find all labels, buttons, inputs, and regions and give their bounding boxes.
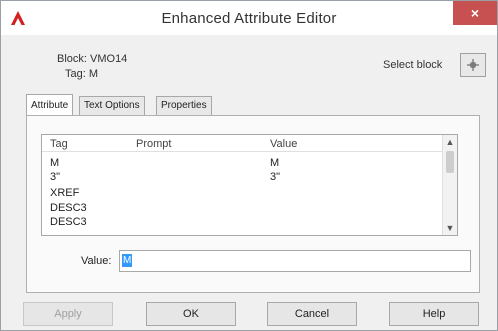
row-tag: DESC3 <box>50 216 87 228</box>
column-header-prompt[interactable]: Prompt <box>136 138 171 150</box>
select-block-button[interactable] <box>460 53 486 77</box>
attribute-panel: Tag Prompt Value M M 3" 3" XREF DESC3 DE… <box>26 115 480 293</box>
list-item[interactable]: M M <box>42 157 442 170</box>
scroll-up-arrow-icon[interactable]: ▲ <box>443 135 457 149</box>
apply-button[interactable]: Apply <box>23 302 113 326</box>
block-name-label: Block: VMO14 <box>57 53 128 65</box>
tag-name-label: Tag: M <box>65 68 99 80</box>
row-tag: M <box>50 157 60 169</box>
row-tag: XREF <box>50 187 80 199</box>
cancel-button[interactable]: Cancel <box>267 302 357 326</box>
row-tag: 3" <box>50 171 61 183</box>
select-block-label: Select block <box>383 59 443 71</box>
list-item[interactable]: 3" 3" <box>42 171 442 184</box>
attribute-list[interactable]: Tag Prompt Value M M 3" 3" XREF DESC3 DE… <box>41 134 458 236</box>
help-button[interactable]: Help <box>389 302 479 326</box>
list-header: Tag Prompt Value <box>42 135 442 152</box>
row-tag: DESC3 <box>50 202 87 214</box>
row-value: M <box>270 157 280 169</box>
scroll-down-arrow-icon[interactable]: ▼ <box>443 221 457 235</box>
list-item[interactable]: DESC3 <box>42 216 442 229</box>
list-item[interactable]: DESC3 <box>42 202 442 215</box>
window-title: Enhanced Attribute Editor <box>161 10 337 27</box>
scroll-thumb[interactable] <box>446 151 454 173</box>
column-header-value[interactable]: Value <box>270 138 297 150</box>
crosshair-pick-icon <box>467 59 479 71</box>
column-header-tag[interactable]: Tag <box>50 138 68 150</box>
close-button[interactable]: × <box>453 1 497 25</box>
close-icon: × <box>470 5 480 21</box>
list-scrollbar[interactable]: ▲ ▼ <box>442 135 457 235</box>
ok-button[interactable]: OK <box>146 302 236 326</box>
value-label: Value: <box>81 255 112 267</box>
tab-properties[interactable]: Properties <box>156 96 212 115</box>
title-bar[interactable]: Enhanced Attribute Editor × <box>1 1 497 35</box>
list-item[interactable]: XREF <box>42 187 442 200</box>
tab-attribute[interactable]: Attribute <box>26 94 74 115</box>
dialog-window: Enhanced Attribute Editor × Block: VMO14… <box>0 0 498 331</box>
value-input[interactable]: M <box>119 250 471 272</box>
row-value: 3" <box>270 171 281 183</box>
value-text-selected: M <box>122 254 133 267</box>
tab-text-options[interactable]: Text Options <box>79 96 145 115</box>
